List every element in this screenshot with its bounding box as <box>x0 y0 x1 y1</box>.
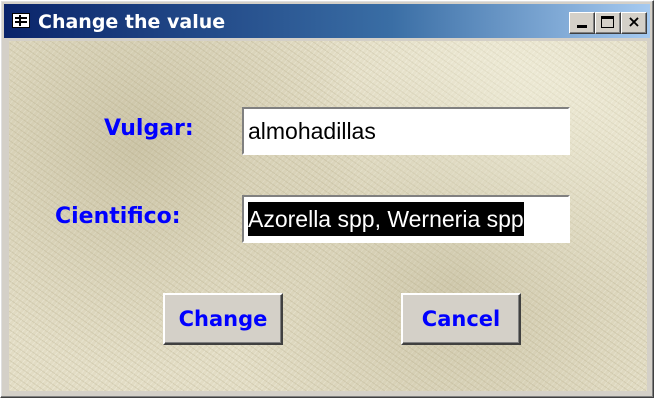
form-body: Vulgar: almohadillas Cientifico: Azorell… <box>9 41 647 391</box>
window-title: Change the value <box>38 11 226 33</box>
vulgar-field[interactable]: almohadillas <box>242 107 570 155</box>
vulgar-label: Vulgar: <box>104 116 194 141</box>
cientifico-label: Cientifico: <box>55 204 181 229</box>
form-icon[interactable] <box>12 13 30 28</box>
close-icon: × <box>627 12 641 31</box>
title-bar[interactable]: Change the value × <box>4 4 650 38</box>
maximize-button[interactable] <box>595 12 621 34</box>
cientifico-field[interactable]: Azorella spp, Werneria spp <box>242 195 570 243</box>
minimize-button[interactable] <box>569 12 595 34</box>
dialog-window: Change the value × Vulgar: almohadillas … <box>0 0 654 398</box>
change-button[interactable]: Change <box>163 293 283 345</box>
cancel-button[interactable]: Cancel <box>401 293 521 345</box>
close-button[interactable]: × <box>621 12 647 34</box>
cientifico-selected-text: Azorella spp, Werneria spp <box>248 202 524 236</box>
